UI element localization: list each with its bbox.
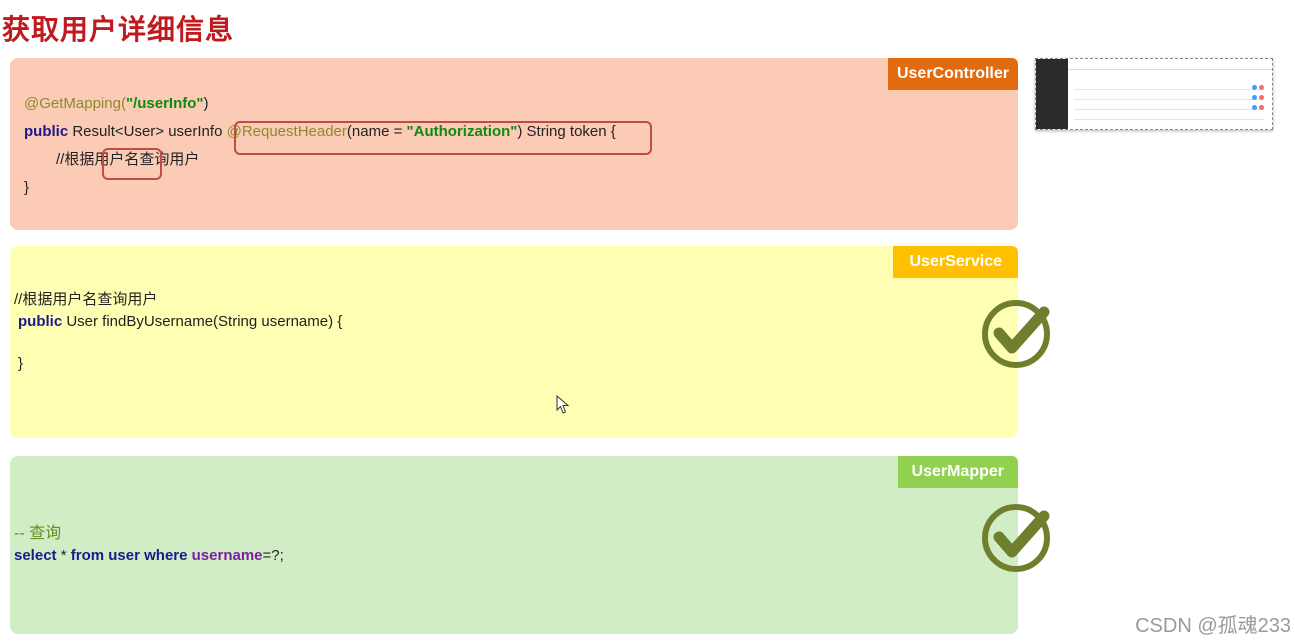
keyword-select: select: [14, 547, 57, 564]
user-mapper-panel: UserMapper -- 查询 select * from user wher…: [10, 456, 1050, 634]
app-preview-thumbnail: [1035, 58, 1273, 130]
preview-row: [1074, 119, 1264, 120]
sql-tail: =?;: [262, 547, 284, 564]
annotation-getmapping: @GetMapping(: [24, 95, 126, 112]
sql-table: user: [104, 547, 145, 564]
preview-edit-icon: [1252, 95, 1257, 100]
string-userinfo: "/userInfo": [125, 95, 204, 112]
code-line-findbyusername: public User findByUsername(String userna…: [18, 308, 342, 336]
user-controller-panel: UserController @GetMapping("/userInfo") …: [10, 58, 1018, 230]
preview-edit-icon: [1252, 105, 1257, 110]
keyword-from: from: [70, 547, 105, 564]
user-service-panel: UserService //根据用户名查询用户 public User find…: [10, 246, 1050, 438]
paren-close: ): [203, 95, 209, 112]
preview-row: [1074, 89, 1264, 90]
sql-star: *: [56, 547, 71, 564]
username-highlight-box: [102, 148, 162, 180]
user-service-tag: UserService: [893, 246, 1018, 278]
user-controller-tag: UserController: [887, 58, 1018, 90]
code-line-close: }: [24, 179, 30, 196]
service-close-brace: }: [18, 355, 24, 372]
keyword-public: public: [18, 313, 63, 330]
preview-delete-icon: [1259, 85, 1264, 90]
preview-row: [1074, 99, 1264, 100]
page-title: 获取用户详细信息: [2, 14, 235, 45]
requestheader-highlight-box: [234, 121, 652, 155]
code-line-getmapping: @GetMapping("/userInfo"): [24, 90, 209, 118]
preview-row: [1074, 109, 1264, 110]
csdn-watermark: CSDN @孤魂233: [1135, 615, 1291, 637]
preview-edit-icon: [1252, 85, 1257, 90]
check-circle-icon: [982, 504, 1050, 572]
keyword-public: public: [24, 123, 69, 140]
method-signature: Result<User> userInfo: [68, 123, 223, 140]
check-circle-icon: [982, 300, 1050, 368]
user-mapper-tag: UserMapper: [897, 456, 1018, 488]
sql-field-username: username: [187, 547, 263, 564]
findbyusername-signature: User findByUsername(String username) {: [62, 313, 343, 330]
comment-prefix: //根据: [56, 151, 95, 168]
preview-delete-icon: [1259, 105, 1264, 110]
sql-query-line: select * from user where username=?;: [14, 542, 284, 570]
mouse-cursor-icon: [556, 395, 570, 414]
preview-delete-icon: [1259, 95, 1264, 100]
keyword-where: where: [144, 547, 188, 564]
preview-topbar: [1068, 59, 1272, 70]
preview-sidebar: [1036, 59, 1068, 129]
